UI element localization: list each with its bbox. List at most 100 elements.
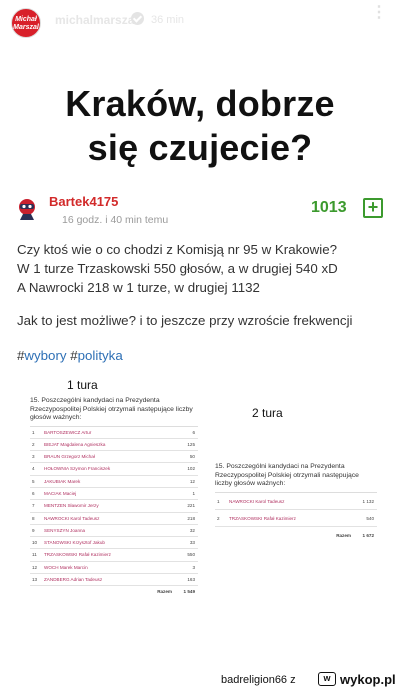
row-number: 1 — [217, 498, 220, 504]
headline-line-2: się czujecie? — [87, 127, 313, 168]
table-row: 1 NAWROCKI Karol Tadeusz 1 132 — [215, 493, 377, 510]
candidate-name: JAKUBIAK Marek — [44, 478, 81, 484]
avatar[interactable]: Michał Marszal — [11, 8, 41, 38]
table-row: 4 HOŁOWNIA Szymon Franciszek 102 — [30, 463, 198, 476]
table-row: 5 JAKUBIAK Marek 12 — [30, 476, 198, 488]
table-row: 1 BARTOSZEWICZ Artur 6 — [30, 427, 198, 439]
candidate-name: MACIAK Maciej — [44, 490, 77, 496]
vote-value: 1 132 — [362, 498, 375, 504]
vote-value: 12 — [189, 478, 195, 484]
vote-value: 6 — [192, 429, 195, 435]
round1-table: 15. Poszczególni kandydaci na Prezydenta… — [30, 397, 198, 599]
table-row: 2 TRZASKOWSKI Rafał Kazimierz 540 — [215, 510, 377, 527]
row-number: 1 — [32, 429, 35, 435]
row-number: 9 — [32, 527, 35, 533]
candidate-name: ZANDBERG Adrian Tadeusz — [44, 577, 103, 583]
wykop-logo-icon: w — [318, 672, 336, 686]
vote-value: 1 — [192, 490, 195, 496]
vote-value: 32 — [189, 527, 195, 533]
row-number: 3 — [32, 454, 35, 460]
candidate-name: TRZASKOWSKI Rafał Kazimierz — [229, 515, 296, 521]
user-avatar-icon — [19, 199, 35, 220]
total-label: Razem — [336, 532, 351, 538]
candidate-name: WOCH Marek Marcin — [44, 564, 88, 570]
post-line-4: Jak to jest możliwe? i to jeszcze przy w… — [17, 313, 353, 328]
table-row: 3 BRAUN Grzegorz Michał 50 — [30, 451, 198, 464]
total-label: Razem — [157, 589, 172, 595]
vote-value: 102 — [187, 466, 195, 472]
candidate-name: NAWROCKI Karol Tadeusz — [44, 515, 100, 521]
story-header: Michał Marszal michalmarszal 36 min ⋮ — [0, 0, 400, 42]
round2-label: 2 tura — [252, 406, 283, 420]
table-row: 10 STANOWSKI Krzysztof Jakub 33 — [30, 537, 198, 550]
row-number: 2 — [32, 441, 35, 447]
table-row: 11 TRZASKOWSKI Rafał Kazimierz 550 — [30, 549, 198, 562]
hash-symbol: # — [70, 348, 78, 363]
round1-title: 15. Poszczególni kandydaci na Prezydenta… — [30, 397, 193, 421]
table-row: 8 NAWROCKI Karol Tadeusz 218 — [30, 513, 198, 525]
verified-icon — [131, 12, 144, 25]
total-value: 1 672 — [362, 532, 375, 538]
row-number: 12 — [32, 564, 38, 570]
table-row: 7 MENTZEN Sławomir Jerzy 221 — [30, 500, 198, 513]
table-total-row: Razem 1 672 — [215, 527, 377, 544]
candidate-name: TRZASKOWSKI Rafał Kazimierz — [44, 552, 111, 558]
round2-rows: 1 NAWROCKI Karol Tadeusz 1 132 2 TRZASKOWSKI… — [215, 491, 377, 544]
post-time: 16 godz. i 40 min temu — [62, 214, 169, 226]
row-number: 6 — [32, 490, 35, 496]
story-headline: Kraków, dobrze się czujecie? — [0, 82, 400, 170]
vote-value: 50 — [189, 454, 195, 460]
post-author[interactable]: Bartek4175 — [49, 194, 118, 209]
total-value: 1 549 — [183, 589, 196, 595]
vote-value: 125 — [187, 441, 195, 447]
vote-value: 33 — [189, 540, 195, 546]
row-number: 10 — [32, 540, 38, 546]
post-line-3: A Nawrocki 218 w 1 turze, w drugiej 1132 — [17, 280, 260, 295]
round2-title: 15. Poszczególni kandydaci na Prezydenta… — [215, 463, 359, 487]
vote-value: 218 — [187, 515, 195, 521]
post-tags: #wybory #polityka — [17, 348, 123, 363]
tag-wybory[interactable]: wybory — [24, 348, 66, 363]
table-row: 12 WOCH Marek Marcin 3 — [30, 562, 198, 575]
candidate-name: STANOWSKI Krzysztof Jakub — [44, 540, 105, 546]
row-number: 4 — [32, 466, 35, 472]
candidate-name: HOŁOWNIA Szymon Franciszek — [44, 466, 111, 472]
row-number: 5 — [32, 478, 35, 484]
candidate-name: MENTZEN Sławomir Jerzy — [44, 503, 99, 509]
more-options-icon[interactable]: ⋮ — [371, 5, 387, 31]
tag-polityka[interactable]: polityka — [78, 348, 123, 363]
candidate-name: NAWROCKI Karol Tadeusz — [229, 498, 285, 504]
vote-value: 221 — [187, 503, 195, 509]
round1-label: 1 tura — [67, 378, 98, 392]
vote-value: 540 — [366, 515, 374, 521]
row-number: 8 — [32, 515, 35, 521]
candidate-name: BIEJAT Magdalena Agnieszka — [44, 441, 106, 447]
post-body: Czy ktoś wie o co chodzi z Komisją nr 95… — [17, 240, 392, 297]
vote-value: 550 — [187, 552, 195, 558]
table-row: 13 ZANDBERG Adrian Tadeusz 163 — [30, 574, 198, 587]
vote-value: 163 — [187, 577, 195, 583]
vote-value: 3 — [192, 564, 195, 570]
table-row: 9 SENYSZYN Joanna 32 — [30, 525, 198, 538]
plus-vote-button[interactable]: + — [363, 198, 383, 218]
vote-count: 1013 — [311, 199, 347, 216]
story: Michał Marszal michalmarszal 36 min ⋮ Kr… — [0, 0, 400, 668]
table-total-row: Razem 1 549 — [30, 586, 198, 598]
post-line-1: Czy ktoś wie o co chodzi z Komisją nr 95… — [17, 242, 337, 257]
round2-table: 15. Poszczególni kandydaci na Prezydenta… — [215, 463, 377, 544]
credit-text: badreligion66 z — [221, 674, 296, 686]
candidate-name: BRAUN Grzegorz Michał — [44, 454, 95, 460]
row-number: 2 — [217, 515, 220, 521]
row-number: 13 — [32, 577, 38, 583]
table-row: 6 MACIAK Maciej 1 — [30, 488, 198, 501]
post-line-2: W 1 turze Trzaskowski 550 głosów, a w dr… — [17, 261, 338, 276]
candidate-name: BARTOSZEWICZ Artur — [44, 429, 92, 435]
row-number: 7 — [32, 503, 35, 509]
headline-line-1: Kraków, dobrze — [65, 83, 335, 124]
row-number: 11 — [32, 552, 37, 558]
round1-rows: 1 BARTOSZEWICZ Artur 6 2 BIEJAT Magdalena Ag… — [30, 425, 198, 599]
table-row: 2 BIEJAT Magdalena Agnieszka 125 — [30, 439, 198, 452]
candidate-name: SENYSZYN Joanna — [44, 527, 86, 533]
username[interactable]: michalmarszal — [55, 13, 138, 27]
wykop-logo-text: wykop.pl — [340, 672, 396, 687]
